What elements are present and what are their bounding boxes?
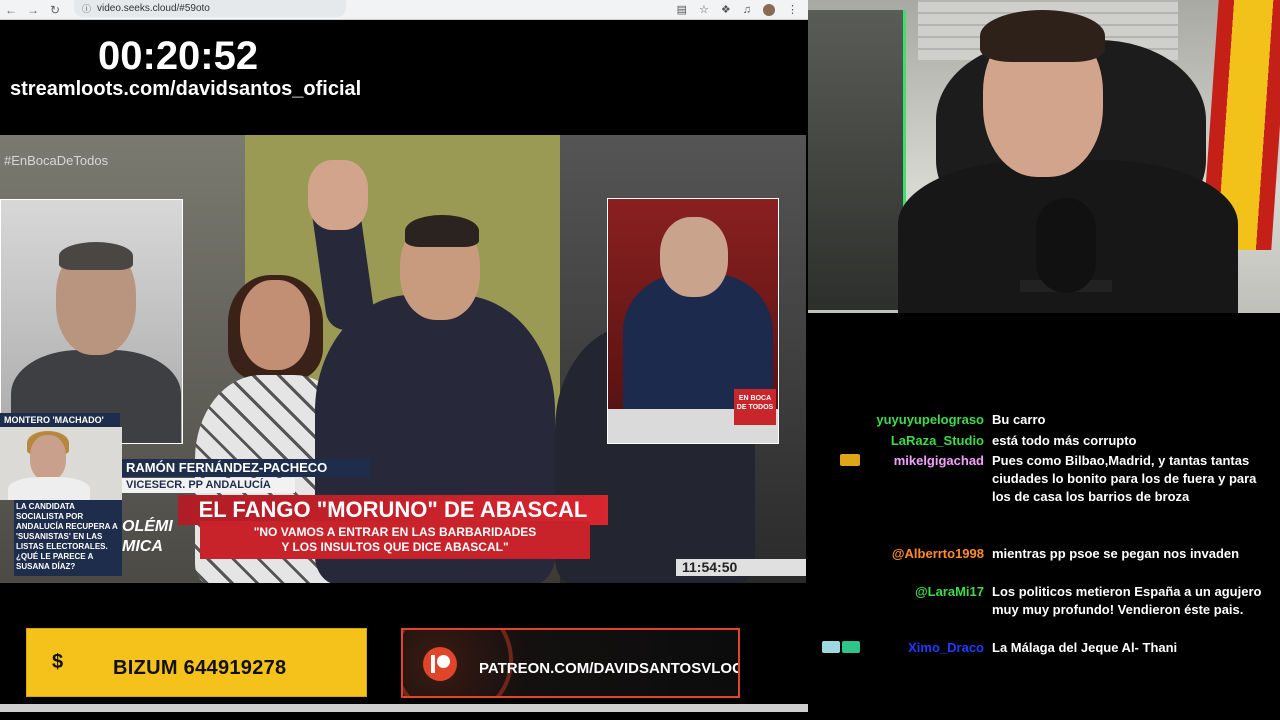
woman-head [240, 280, 310, 370]
chat-badges [808, 411, 860, 429]
tv-subline-line2: Y LOS INSULTOS QUE DICE ABASCAL" [281, 540, 509, 554]
guest-role-plate: VICESECR. PP ANDALUCÍA [120, 478, 295, 493]
browser-toolbar: ← → ↻ ⓘ video.seeks.cloud/#59oto ▤ ☆ ❖ ♫… [0, 0, 808, 20]
patreon-icon [423, 647, 457, 681]
inset-video-guest [0, 199, 183, 444]
tv-subline: "NO VAMOS A ENTRAR EN LAS BARBARIDADES Y… [200, 521, 590, 559]
chat-text: Pues como Bilbao,Madrid, y tantas tantas… [992, 453, 1257, 504]
chat-badges [808, 545, 860, 563]
media-control-icon[interactable]: ♫ [743, 4, 751, 16]
chat-username[interactable]: LaRaza_Studio [860, 432, 992, 450]
chat-text: mientras pp psoe se pegan nos invaden [992, 546, 1240, 561]
extensions-icon[interactable]: ❖ [721, 3, 731, 16]
bizum-text: BIZUM 644919278 [113, 657, 287, 679]
streamloots-link: streamloots.com/davidsantos_oficial [10, 78, 362, 100]
streamer-webcam [808, 0, 1280, 313]
reload-icon[interactable]: ↻ [44, 0, 66, 19]
forward-icon[interactable]: → [22, 0, 44, 19]
main-man-hair [405, 215, 479, 247]
chat-username[interactable]: @Alberrto1998 [860, 545, 992, 563]
tv-hashtag: #EnBocaDeTodos [4, 153, 109, 168]
chat-message: @LaraMi17 Los politicos metieron España … [808, 583, 1280, 619]
gold-badge-icon [840, 454, 860, 466]
chat-badges [808, 639, 860, 657]
chat-message: @Alberrto1998 mientras pp psoe se pegan … [808, 545, 1280, 563]
translate-icon[interactable]: ▤ [677, 3, 687, 16]
bookmark-star-icon[interactable]: ☆ [699, 3, 709, 16]
chat-username[interactable]: Ximo_Draco [860, 639, 992, 657]
chat-badges [808, 583, 860, 619]
chat-text: La Málaga del Jeque Al- Thani [992, 640, 1178, 655]
microphone [1036, 198, 1096, 293]
chat-username[interactable]: @LaraMi17 [860, 583, 992, 619]
dollar-icon: $ [52, 651, 64, 673]
inset-woman-photo [0, 427, 122, 500]
chat-text: Los politicos metieron España a un aguje… [992, 584, 1262, 617]
menu-dots-icon[interactable]: ⋮ [787, 3, 798, 16]
green-badge-icon [842, 641, 860, 653]
video-progress-strip [0, 704, 808, 712]
inset-video-presenter: EN BOCA DE TODOS [607, 198, 779, 444]
url-text: video.seeks.cloud/#59oto [97, 3, 210, 14]
chat-username[interactable]: mikelgigachad [860, 452, 992, 506]
chat-message: mikelgigachad Pues como Bilbao,Madrid, y… [808, 452, 1280, 506]
guest-hair [59, 242, 133, 270]
chat-badges [808, 432, 860, 450]
display-shelf [808, 10, 906, 310]
chat-text: Bu carro [992, 412, 1046, 427]
address-bar[interactable]: ⓘ video.seeks.cloud/#59oto [74, 0, 346, 17]
tv-broadcast-video[interactable]: #EnBocaDeTodos EN BOCA DE TODOS RAMÓN FE… [0, 135, 806, 583]
site-info-icon[interactable]: ⓘ [82, 2, 91, 15]
patreon-text: PATREON.COM/DAVIDSANTOSVLOG [479, 660, 740, 677]
tv-clock: 11:54:50 [676, 559, 806, 576]
guest-name-plate: RAMÓN FERNÁNDEZ-PACHECO [120, 459, 370, 477]
tv-subline-line1: "NO VAMOS A ENTRAR EN LAS BARBARIDADES [253, 525, 537, 539]
inset-woman-head [30, 435, 66, 481]
chat-username[interactable]: yuyuyupelograso [860, 411, 992, 429]
tv-edge-text-line2: MICA [122, 538, 163, 555]
inset-woman-body [8, 477, 90, 500]
profile-avatar-icon[interactable] [763, 3, 775, 16]
patreon-banner: PATREON.COM/DAVIDSANTOSVLOG [401, 628, 740, 698]
diamond-badge-icon [822, 641, 840, 653]
chat-message: Ximo_Draco La Málaga del Jeque Al- Thani [808, 639, 1280, 657]
chat-text: está todo más corrupto [992, 433, 1137, 448]
live-chat: yuyuyupelograso Bu carro LaRaza_Studio e… [808, 313, 1280, 720]
channel-logo: EN BOCA DE TODOS [734, 389, 776, 425]
bizum-banner: $ BIZUM 644919278 [26, 628, 367, 697]
chat-message: LaRaza_Studio está todo más corrupto [808, 432, 1280, 450]
waving-hand [308, 160, 368, 230]
presenter-head [660, 217, 728, 297]
tv-edge-text: OLÉMI MICA [122, 517, 173, 557]
chat-message: yuyuyupelograso Bu carro [808, 411, 1280, 429]
montero-label: MONTERO 'MACHADO' [0, 413, 120, 427]
stream-timer: 00:20:52 [98, 34, 259, 78]
tv-edge-text-line1: OLÉMI [122, 518, 173, 535]
back-icon[interactable]: ← [0, 0, 22, 19]
tv-question-box: LA CANDIDATA SOCIALISTA POR ANDALUCÍA RE… [14, 500, 122, 576]
streamer-hair [980, 10, 1105, 62]
chat-badges [808, 452, 860, 506]
